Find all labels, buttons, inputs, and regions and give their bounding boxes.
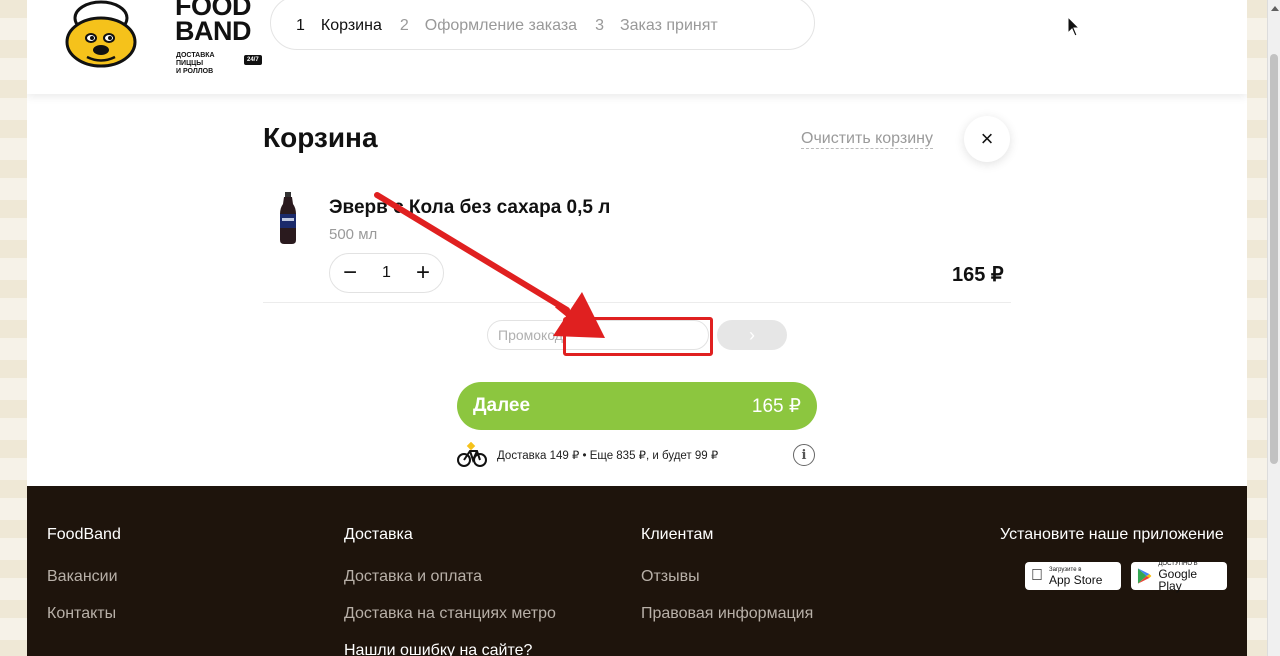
next-button[interactable]: Далее 165 ₽	[457, 382, 817, 430]
step-checkout[interactable]: 2 Оформление заказа	[400, 17, 577, 35]
logo-text: FOOD BAND	[175, 0, 252, 46]
footer-link-legal[interactable]: Правовая информация	[641, 605, 813, 623]
google-play-button[interactable]: ДОСТУПНО В Google Play	[1131, 561, 1227, 592]
step-cart[interactable]: 1 Корзина	[296, 17, 382, 35]
footer-heading: Клиентам	[641, 526, 714, 543]
annotation-arrow-icon	[374, 192, 605, 338]
footer-link-vacancies[interactable]: Вакансии	[47, 568, 121, 586]
footer-heading: Доставка	[344, 526, 413, 543]
page-title: Корзина	[263, 122, 378, 153]
product-price: 165 ₽	[952, 264, 1004, 286]
bicycle-icon	[457, 442, 487, 467]
close-icon: ×	[980, 126, 994, 151]
scrollbar[interactable]	[1267, 0, 1280, 656]
promo-apply-button[interactable]: ›	[717, 320, 787, 350]
footer-heading: FoodBand	[47, 526, 121, 543]
clear-cart-link[interactable]: Очистить корзину	[801, 130, 933, 149]
scroll-up-icon[interactable]	[1271, 6, 1279, 11]
delivery-info: Доставка 149 ₽ • Еще 835 ₽, и будет 99 ₽…	[457, 442, 819, 468]
footer-col-delivery: Доставка Доставка и оплата Доставка на с…	[344, 526, 556, 656]
delivery-text: Доставка 149 ₽ • Еще 835 ₽, и будет 99 ₽	[497, 450, 719, 462]
background-pattern-left	[0, 0, 27, 656]
step-order-accepted[interactable]: 3 Заказ принят	[595, 17, 718, 35]
footer-link-reviews[interactable]: Отзывы	[641, 568, 813, 586]
footer-link-metro-delivery[interactable]: Доставка на станциях метро	[344, 605, 556, 623]
footer-link-contacts[interactable]: Контакты	[47, 605, 121, 623]
next-button-total: 165 ₽	[751, 395, 801, 417]
footer-col-foodband: FoodBand Вакансии Контакты	[47, 526, 121, 642]
background-pattern-right	[1247, 0, 1267, 656]
chevron-right-icon: ›	[749, 324, 755, 345]
footer-col-clients: Клиентам Отзывы Правовая информация	[641, 526, 813, 642]
header: FOOD BAND ДОСТАВКА ПИЦЦЫ И РОЛЛОВ 24/7 1…	[27, 0, 1247, 94]
scrollbar-thumb[interactable]	[1270, 54, 1278, 464]
app-download-heading: Установите наше приложение	[1000, 526, 1224, 543]
footer-link-report-error[interactable]: Нашли ошибку на сайте?	[344, 642, 556, 656]
google-play-icon	[1137, 568, 1152, 584]
checkout-steps: 1 Корзина 2 Оформление заказа 3 Заказ пр…	[270, 0, 815, 50]
logo[interactable]: FOOD BAND ДОСТАВКА ПИЦЦЫ И РОЛЛОВ 24/7	[61, 0, 262, 75]
footer: FoodBand Вакансии Контакты Доставка Дост…	[27, 486, 1247, 656]
apple-icon: 	[1031, 567, 1043, 585]
next-button-label: Далее	[473, 395, 531, 416]
product-image	[280, 192, 296, 244]
info-icon[interactable]: i	[793, 444, 815, 466]
app-store-button[interactable]:  Загрузите в App Store	[1025, 562, 1121, 590]
page: FOOD BAND ДОСТАВКА ПИЦЦЫ И РОЛЛОВ 24/7 1…	[27, 0, 1247, 656]
mascot-icon	[65, 0, 137, 68]
logo-badge: 24/7	[244, 55, 262, 65]
logo-subtitle: ДОСТАВКА ПИЦЦЫ И РОЛЛОВ	[176, 52, 215, 75]
footer-link-delivery-payment[interactable]: Доставка и оплата	[344, 568, 556, 586]
close-button[interactable]: ×	[964, 116, 1010, 162]
mouse-cursor-icon	[1067, 16, 1081, 37]
